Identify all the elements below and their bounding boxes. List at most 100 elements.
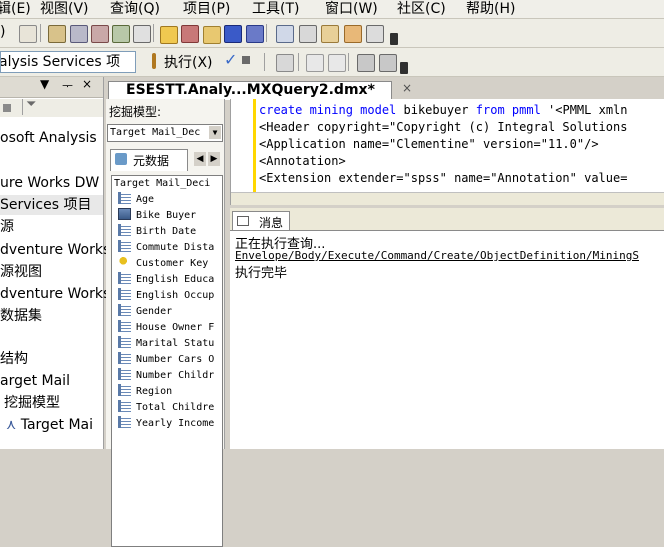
menu-edit[interactable]: 辑(E) (0, 0, 31, 18)
properties-icon[interactable] (276, 25, 294, 43)
results-icon[interactable] (276, 54, 294, 72)
tab-scroll-left-icon[interactable]: ◀ (194, 152, 206, 166)
menu-help[interactable]: 帮助(H) (466, 0, 515, 18)
document-tab[interactable]: ESESTT.Analy...MXQuery2.dmx* (108, 81, 392, 100)
toolbar-separator (298, 53, 299, 71)
tree-node-target-mail-model[interactable]: ⋏ Target Mai (6, 415, 93, 435)
tree-column-item[interactable]: Number Childr (118, 368, 214, 384)
query-icon[interactable] (48, 25, 66, 43)
code-keyword: create mining model (259, 103, 397, 117)
registered-servers-icon[interactable] (299, 25, 317, 43)
tree-column-item[interactable]: Age (118, 192, 154, 208)
tab-messages[interactable]: 消息 (232, 211, 290, 231)
mdx-query-icon[interactable] (70, 25, 88, 43)
new-file-icon[interactable] (19, 25, 37, 43)
mining-model-select[interactable]: Target Mail_Dec ▼ (107, 124, 223, 142)
panel-titlebar: ▼ ᅮ × (0, 77, 103, 98)
server-type-select[interactable]: alysis Services 项 (0, 51, 136, 73)
tree-node-datasource[interactable]: 源 (0, 217, 14, 237)
uncomment-icon[interactable] (328, 54, 346, 72)
menu-project[interactable]: 项目(P) (183, 0, 230, 18)
xmla-query-icon[interactable] (112, 25, 130, 43)
tree-column-item[interactable]: Region (118, 384, 172, 400)
model-icon: ⋏ (6, 417, 17, 433)
tree-node-database[interactable]: ure Works DW (0, 173, 99, 193)
tab-scroll-right-icon[interactable]: ▶ (208, 152, 220, 166)
filter-icon[interactable]: ⏷ (26, 97, 36, 112)
tree-node-datasource-item[interactable]: dventure Works (0, 240, 110, 260)
toolbar-separator (153, 24, 154, 42)
tree-column-item[interactable]: English Educa (118, 272, 214, 288)
tab-metadata[interactable]: 元数据 (110, 149, 188, 171)
query-editor[interactable]: create mining model bikebuyer from pmml … (230, 99, 664, 206)
tree-column-label: Gender (136, 306, 173, 317)
toolbar-overflow-chevron-icon[interactable] (390, 33, 398, 45)
tree-column-item[interactable]: Birth Date (118, 224, 196, 240)
cancel-query-icon[interactable] (242, 56, 250, 64)
execute-button[interactable]: 执行(X) (164, 52, 213, 72)
menu-tools[interactable]: 工具(T) (252, 0, 299, 18)
toolbar-overflow-chevron-icon[interactable] (400, 62, 408, 74)
tree-node-dsv[interactable]: 源视图 (0, 262, 42, 282)
tree-column-item[interactable]: Gender (118, 304, 172, 320)
editor-margin (231, 99, 253, 205)
dmx-query-icon[interactable] (91, 25, 109, 43)
stop-icon[interactable] (3, 104, 11, 112)
tree-column-label: Number Cars O (136, 354, 215, 365)
tree-column-item[interactable]: Total Childre (118, 400, 214, 416)
comment-icon[interactable] (306, 54, 324, 72)
save-icon[interactable] (224, 25, 242, 43)
close-icon[interactable]: × (82, 77, 92, 91)
connect-icon[interactable] (133, 25, 151, 43)
template-explorer-icon[interactable] (344, 25, 362, 43)
column-icon (118, 336, 131, 348)
editor-horizontal-scrollbar[interactable] (231, 192, 664, 206)
tree-column-item[interactable]: House Owner F (118, 320, 214, 336)
save-all-icon[interactable] (246, 25, 264, 43)
tree-node-server[interactable]: osoft Analysis (0, 128, 97, 148)
menu-view[interactable]: 视图(V) (40, 0, 89, 18)
tree-column-item[interactable]: Bike Buyer (118, 208, 196, 224)
tree-node-project[interactable]: Services 项目 (0, 195, 103, 215)
code-line-4: <Annotation> (259, 154, 346, 168)
solution-explorer-panel: ▼ ᅮ × ⏷ osoft Analysis ure Works DW Serv… (0, 77, 110, 449)
tree-node-mining-structures[interactable]: 结构 (0, 349, 28, 369)
tree-node-target-mail[interactable]: arget Mail (0, 371, 70, 391)
tree-column-item[interactable]: Marital Statu (118, 336, 214, 352)
tree-column-item[interactable]: Commute Dista (118, 240, 214, 256)
toolbox-icon[interactable] (366, 25, 384, 43)
tree-column-label: Marital Statu (136, 338, 215, 349)
tree-column-item[interactable]: Customer Key (118, 256, 208, 272)
metadata-tree: Target Mail_Deci Age Bike Buyer Birth Date… (111, 175, 223, 547)
add-item-icon[interactable] (203, 26, 221, 44)
column-icon (118, 400, 131, 412)
increase-indent-icon[interactable] (379, 54, 397, 72)
column-icon (118, 352, 131, 364)
toolbar-separator (266, 24, 267, 42)
standard-toolbar: ) (0, 19, 664, 48)
decrease-indent-icon[interactable] (357, 54, 375, 72)
object-explorer-icon[interactable] (321, 25, 339, 43)
menu-query[interactable]: 查询(Q) (110, 0, 160, 18)
open-folder-icon[interactable] (160, 26, 178, 44)
tree-root-label: Target Mail_Deci (114, 178, 211, 189)
tree-root[interactable]: Target Mail_Deci (114, 176, 210, 192)
tree-column-label: English Educa (136, 274, 215, 285)
column-icon (118, 288, 131, 300)
open-project-icon[interactable] (181, 25, 199, 43)
code-text: '<PMML xmln (540, 103, 628, 117)
menu-window[interactable]: 窗口(W) (325, 0, 378, 18)
menu-community[interactable]: 社区(C) (397, 0, 446, 18)
code-line-1: create mining model bikebuyer from pmml … (259, 103, 628, 117)
tree-node-dsv-item[interactable]: dventure Works (0, 284, 110, 304)
panel-dropdown-icon[interactable]: ▼ (40, 77, 49, 91)
tree-column-item[interactable]: English Occup (118, 288, 214, 304)
tree-node-mining-models[interactable]: 挖掘模型 (4, 393, 60, 413)
check-syntax-icon[interactable]: ✓ (224, 50, 237, 69)
message-line-3: 执行完毕 (235, 266, 288, 281)
tree-column-item[interactable]: Number Cars O (118, 352, 214, 368)
tree-column-item[interactable]: Yearly Income (118, 416, 214, 432)
pin-icon[interactable]: ᅮ (62, 77, 73, 94)
tree-node-cubes[interactable]: 数据集 (0, 306, 42, 326)
close-document-icon[interactable]: × (402, 81, 412, 95)
